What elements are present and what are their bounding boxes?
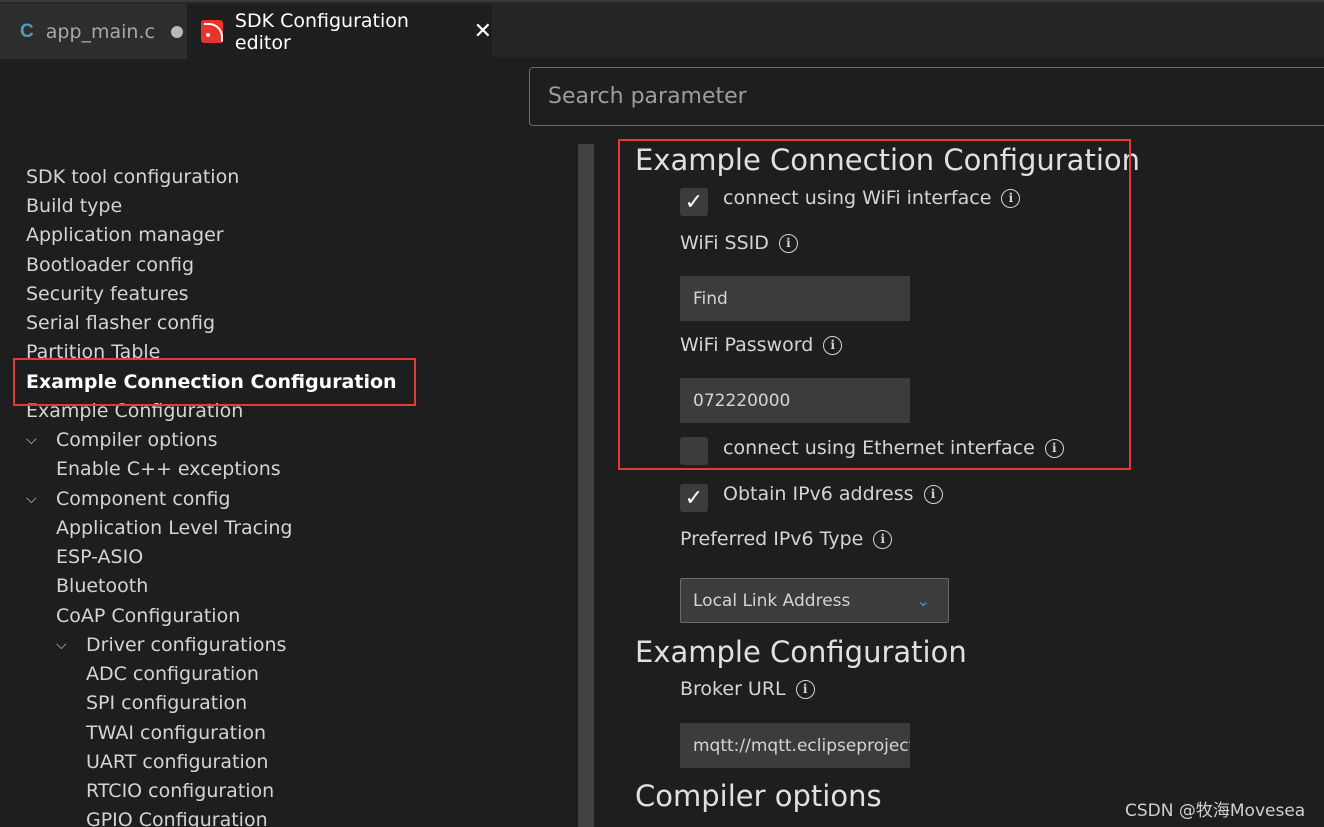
highlight-box xyxy=(13,358,416,406)
highlight-box xyxy=(618,139,1131,470)
sidebar-scrollbar[interactable] xyxy=(578,144,594,827)
sidebar-item[interactable]: Application manager xyxy=(26,223,224,247)
ipv6-type-select[interactable]: Local Link Address ⌄ xyxy=(680,578,949,623)
sidebar-item[interactable]: Security features xyxy=(26,282,189,306)
sidebar-item[interactable]: RTCIO configuration xyxy=(86,779,274,803)
unsaved-dot-icon[interactable] xyxy=(170,25,183,38)
chevron-down-icon[interactable]: ⌵ xyxy=(26,491,37,507)
search-input[interactable] xyxy=(548,84,1324,109)
sidebar-item[interactable]: CoAP Configuration xyxy=(56,604,240,628)
watermark: CSDN @牧海Movesea xyxy=(1125,801,1306,821)
tab-bar: C app_main.c SDK Configuration editor ✕ xyxy=(0,0,1324,59)
ipv6-checkbox-label: Obtain IPv6 address i xyxy=(723,483,943,505)
sidebar-item[interactable]: Application Level Tracing xyxy=(56,516,293,540)
sidebar-item[interactable]: TWAI configuration xyxy=(86,721,266,745)
info-icon[interactable]: i xyxy=(923,484,943,504)
tab-label: app_main.c xyxy=(45,20,155,43)
chevron-down-icon[interactable]: ⌵ xyxy=(56,637,67,653)
sidebar-item[interactable]: SPI configuration xyxy=(86,691,247,715)
sidebar-item[interactable]: ADC configuration xyxy=(86,662,259,686)
section-title: Example Configuration xyxy=(635,635,967,669)
info-icon[interactable]: i xyxy=(795,679,815,699)
sidebar-item[interactable]: Enable C++ exceptions xyxy=(56,457,281,481)
sidebar-item[interactable]: ESP-ASIO xyxy=(56,545,143,569)
search-box xyxy=(529,67,1324,126)
ipv6-type-label: Preferred IPv6 Type i xyxy=(680,528,893,550)
broker-url-input[interactable]: mqtt://mqtt.eclipseprojects.io xyxy=(680,723,910,768)
sidebar-item[interactable]: Build type xyxy=(26,194,122,218)
tab-app-main[interactable]: C app_main.c xyxy=(0,4,187,59)
ipv6-checkbox[interactable]: ✓ xyxy=(680,484,708,512)
sidebar-item[interactable]: Driver configurations xyxy=(86,633,286,657)
sidebar-item[interactable]: Bluetooth xyxy=(56,574,148,598)
sidebar-item[interactable]: GPIO Configuration xyxy=(86,808,268,827)
sidebar-item[interactable]: Component config xyxy=(56,487,231,511)
broker-url-label: Broker URL i xyxy=(680,678,815,700)
chevron-down-icon: ⌄ xyxy=(916,591,930,610)
sidebar-item[interactable]: UART configuration xyxy=(86,750,268,774)
check-icon: ✓ xyxy=(684,485,704,511)
close-icon[interactable]: ✕ xyxy=(474,19,492,44)
espressif-icon xyxy=(201,20,223,43)
chevron-down-icon[interactable]: ⌵ xyxy=(26,432,37,448)
select-value: Local Link Address xyxy=(693,590,851,611)
sidebar-item[interactable]: Serial flasher config xyxy=(26,311,215,335)
sidebar-item[interactable]: SDK tool configuration xyxy=(26,165,239,189)
sidebar-item[interactable]: Compiler options xyxy=(56,428,218,452)
sidebar-item[interactable]: Bootloader config xyxy=(26,253,194,277)
info-icon[interactable]: i xyxy=(873,529,893,549)
label-text: Preferred IPv6 Type xyxy=(680,528,864,550)
tab-label: SDK Configuration editor xyxy=(234,9,409,54)
label-text: Obtain IPv6 address xyxy=(723,483,914,505)
section-title: Compiler options xyxy=(635,779,882,813)
label-text: Broker URL xyxy=(680,678,786,700)
c-file-icon: C xyxy=(20,20,34,42)
tab-sdk-config[interactable]: SDK Configuration editor ✕ xyxy=(187,4,492,59)
